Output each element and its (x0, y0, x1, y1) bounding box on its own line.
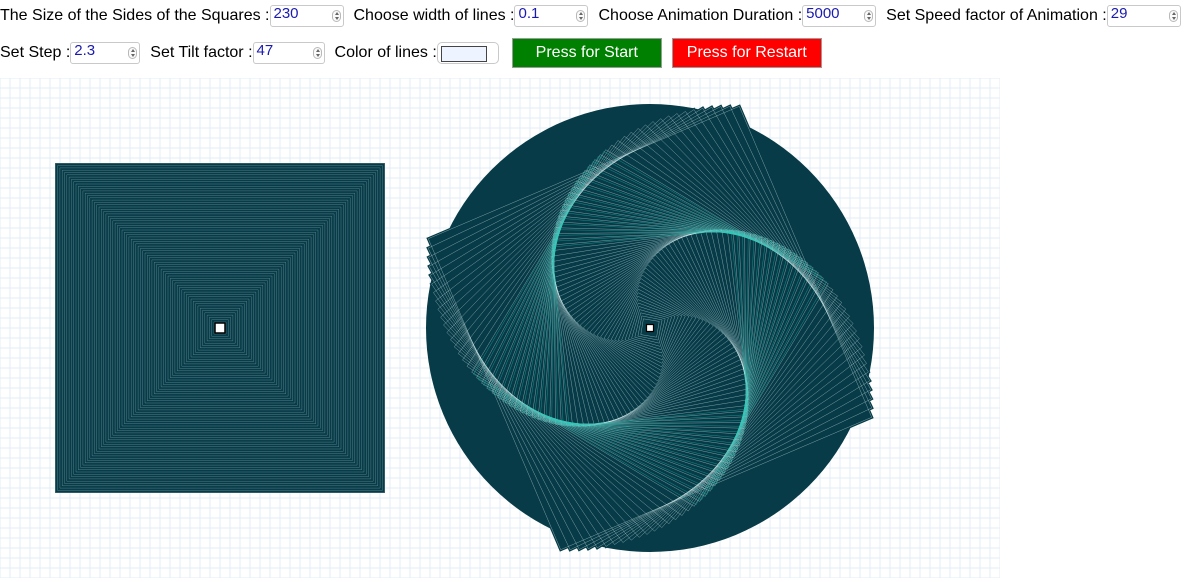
speed-input[interactable]: 29 (1106, 5, 1181, 27)
line-width-input[interactable]: 0.1 (514, 5, 589, 27)
nested-squares-figure (55, 163, 385, 493)
duration-value: 5000 (806, 5, 840, 22)
controls-row-2: Set Step : 2.3 Set Tilt factor : 47 Colo… (0, 38, 832, 68)
spinner-icon[interactable] (864, 10, 874, 22)
step-label: Set Step : (0, 44, 71, 61)
start-button[interactable]: Press for Start (511, 38, 662, 68)
step-input[interactable]: 2.3 (70, 42, 141, 64)
duration-input[interactable]: 5000 (802, 5, 877, 27)
side-size-input[interactable]: 230 (269, 5, 344, 27)
speed-label: Set Speed factor of Animation : (886, 7, 1107, 24)
spinner-icon[interactable] (1168, 10, 1178, 22)
drawing-canvas (0, 78, 1000, 578)
color-picker[interactable] (436, 42, 499, 64)
restart-button[interactable]: Press for Restart (671, 38, 822, 68)
drawing-svg (0, 78, 1000, 578)
spinner-icon[interactable] (312, 47, 322, 59)
color-swatch (440, 46, 487, 62)
side-size-value: 230 (273, 5, 299, 22)
line-width-value: 0.1 (518, 5, 540, 22)
line-width-label: Choose width of lines : (353, 7, 515, 24)
side-size-label: The Size of the Sides of the Squares : (0, 7, 270, 24)
step-value: 2.3 (74, 42, 96, 59)
duration-label: Choose Animation Duration : (598, 7, 803, 24)
spinner-icon[interactable] (331, 10, 341, 22)
spinner-icon[interactable] (128, 47, 138, 59)
color-label: Color of lines : (334, 44, 437, 61)
spinner-icon[interactable] (576, 10, 586, 22)
speed-value: 29 (1110, 5, 1128, 22)
rotating-squares-spiral (426, 104, 874, 552)
tilt-input[interactable]: 47 (252, 42, 325, 64)
tilt-label: Set Tilt factor : (150, 44, 253, 61)
controls-row-1: The Size of the Sides of the Squares : 2… (0, 3, 1191, 29)
tilt-value: 47 (256, 42, 274, 59)
